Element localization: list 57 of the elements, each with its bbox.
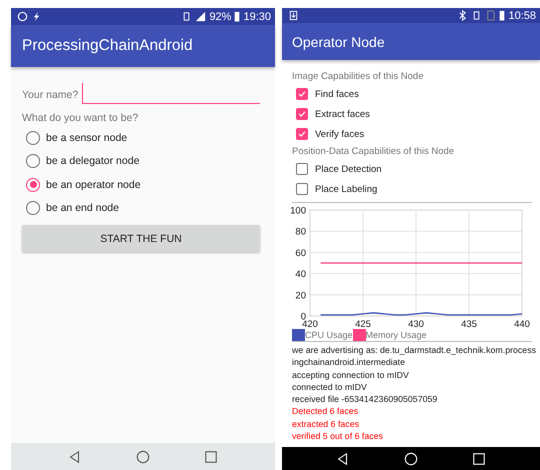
radio-button[interactable]: [26, 154, 40, 168]
recents-icon[interactable]: [204, 450, 218, 464]
checkbox[interactable]: [296, 183, 308, 195]
radio-button[interactable]: [26, 201, 40, 216]
checkbox[interactable]: [296, 128, 308, 140]
app-title: ProcessingChainAndroid: [22, 37, 193, 55]
legend-label: Memory Usage: [366, 330, 427, 340]
checkbox-label[interactable]: Extract faces: [315, 108, 370, 120]
y-axis-label: 20: [295, 290, 306, 302]
radio-button[interactable]: [26, 178, 40, 192]
x-axis-label: 435: [461, 319, 477, 328]
checkbox[interactable]: [296, 88, 308, 100]
radio-button[interactable]: [26, 130, 40, 145]
y-axis-label: 100: [290, 206, 306, 216]
lightning-icon: [31, 11, 42, 22]
bluetooth-icon: [457, 10, 468, 21]
radio-label[interactable]: be a sensor node: [46, 132, 128, 144]
clock: 10:58: [508, 10, 536, 22]
download-icon: [288, 10, 299, 21]
section-heading: Image Capabilities of this Node: [292, 70, 424, 84]
x-axis-label: 430: [408, 319, 424, 328]
log-line: received file -6534142360905057059: [292, 393, 438, 406]
name-input-field[interactable]: [82, 83, 260, 104]
log-line: accepting connection to mIDV: [292, 368, 410, 381]
radio-label[interactable]: be an operator node: [46, 178, 141, 191]
log-line: Detected 6 faces: [292, 405, 360, 418]
x-axis-label: 440: [514, 319, 530, 328]
field-label: Your name?: [22, 89, 80, 103]
y-axis-label: 40: [295, 269, 306, 280]
checkbox[interactable]: [296, 108, 308, 120]
radio-label[interactable]: be a delegator node: [46, 155, 140, 168]
battery-icon: [499, 10, 506, 21]
radio-label[interactable]: be an end node: [46, 202, 119, 214]
checkbox[interactable]: [296, 163, 308, 175]
y-axis-label: 80: [295, 226, 306, 238]
clock: 19:30: [243, 10, 271, 22]
back-icon[interactable]: [68, 450, 82, 464]
section-heading: Position-Data Capabilities of this Node: [292, 145, 456, 159]
checkbox-label[interactable]: Verify faces: [315, 128, 364, 140]
start-button[interactable]: START THE FUN: [22, 225, 260, 252]
legend-label: CPU Usage: [305, 330, 353, 340]
back-icon[interactable]: [336, 452, 350, 466]
no-sim-icon: [485, 10, 496, 21]
battery-percentage: 92%: [209, 10, 232, 22]
home-icon[interactable]: [136, 450, 150, 464]
y-axis-label: 60: [295, 248, 306, 259]
battery-icon: [234, 11, 240, 22]
log-line: connected to mIDV: [292, 380, 368, 394]
log-line: extracted 6 faces: [292, 418, 360, 430]
log-line: verified 5 out of 6 faces: [292, 430, 384, 442]
app-title: Operator Node: [292, 34, 385, 50]
x-axis-label: 425: [355, 319, 371, 328]
checkbox-label[interactable]: Place Detection: [315, 164, 382, 174]
question-label: What do you want to be?: [22, 112, 140, 124]
checkbox-label[interactable]: Place Labeling: [315, 184, 378, 194]
checkbox-label[interactable]: Find faces: [315, 88, 359, 100]
signal-icon: [195, 11, 206, 22]
